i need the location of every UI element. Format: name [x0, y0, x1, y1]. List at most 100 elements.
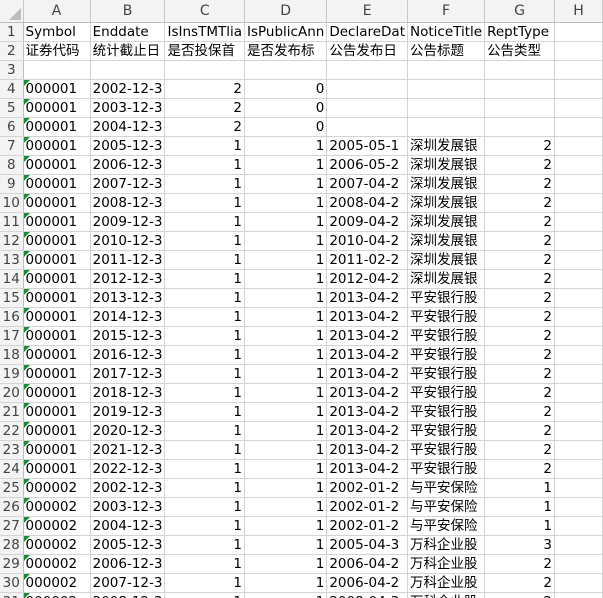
cell-type[interactable]: 2 [484, 364, 555, 384]
cell[interactable] [554, 516, 603, 536]
cell[interactable] [554, 326, 603, 346]
cell-type[interactable]: 2 [484, 231, 555, 251]
cell[interactable] [244, 60, 328, 80]
cell-pub[interactable]: 1 [244, 250, 328, 270]
row-header[interactable]: 7 [0, 136, 24, 156]
row-header[interactable]: 13 [0, 250, 24, 270]
cell-declare[interactable]: 2013-04-2 [326, 345, 408, 365]
cell-symbol[interactable]: 000002 [23, 573, 91, 593]
cell-ins[interactable]: 1 [164, 136, 245, 156]
cell-type[interactable]: 2 [484, 212, 555, 232]
cell-pub[interactable]: 1 [244, 136, 328, 156]
row-header[interactable]: 19 [0, 364, 24, 384]
cell-title[interactable] [407, 98, 486, 118]
cell-type[interactable]: 2 [484, 383, 555, 403]
cell-title[interactable]: 深圳发展银 [407, 193, 486, 213]
cell-symbol[interactable]: 000001 [23, 79, 91, 99]
cell-declare[interactable]: 2010-04-2 [326, 231, 408, 251]
cell[interactable] [554, 288, 603, 308]
cell-enddate[interactable]: 2006-12-3 [90, 554, 166, 574]
cell-title[interactable] [407, 79, 486, 99]
cell-title[interactable]: 与平安保险 [407, 516, 486, 536]
cell-pub[interactable]: 1 [244, 193, 328, 213]
row-header[interactable]: 1 [0, 22, 24, 42]
cell[interactable] [554, 478, 603, 498]
cell-enddate[interactable]: 2002-12-3 [90, 79, 166, 99]
row-header[interactable]: 29 [0, 554, 24, 574]
cell-symbol[interactable]: 000002 [23, 478, 91, 498]
cell[interactable]: 是否投保首 [164, 41, 245, 61]
cell-symbol[interactable]: 000001 [23, 155, 91, 175]
cell-symbol[interactable]: 000002 [23, 554, 91, 574]
row-header[interactable]: 15 [0, 288, 24, 308]
cell-ins[interactable]: 1 [164, 269, 245, 289]
cell-symbol[interactable]: 000001 [23, 440, 91, 460]
row-header[interactable]: 18 [0, 345, 24, 365]
cell-declare[interactable]: 2002-01-2 [326, 478, 408, 498]
cell[interactable] [554, 136, 603, 156]
cell-ins[interactable]: 1 [164, 250, 245, 270]
cell-ins[interactable]: 1 [164, 459, 245, 479]
cell-title[interactable]: 平安银行股 [407, 383, 486, 403]
cell-title[interactable]: 平安银行股 [407, 307, 486, 327]
cell-enddate[interactable]: 2015-12-3 [90, 326, 166, 346]
cell-title[interactable]: 深圳发展银 [407, 155, 486, 175]
cell[interactable]: 公告标题 [407, 41, 486, 61]
row-header[interactable]: 31 [0, 592, 24, 598]
cell-enddate[interactable]: 2007-12-3 [90, 174, 166, 194]
cell-pub[interactable]: 1 [244, 383, 328, 403]
cell-title[interactable]: 深圳发展银 [407, 136, 486, 156]
row-header[interactable]: 20 [0, 383, 24, 403]
cell-symbol[interactable]: 000001 [23, 364, 91, 384]
cell-pub[interactable]: 1 [244, 269, 328, 289]
cell-symbol[interactable]: 000002 [23, 497, 91, 517]
row-header[interactable]: 27 [0, 516, 24, 536]
cell-symbol[interactable]: 000001 [23, 174, 91, 194]
cell-ins[interactable]: 2 [164, 79, 245, 99]
cell-type[interactable]: 2 [484, 345, 555, 365]
cell-ins[interactable]: 1 [164, 516, 245, 536]
cell-type[interactable]: 2 [484, 402, 555, 422]
cell-declare[interactable]: 2002-01-2 [326, 497, 408, 517]
cell[interactable]: IsInsTMTlia [164, 22, 245, 42]
cell-title[interactable]: 深圳发展银 [407, 250, 486, 270]
cell-enddate[interactable]: 2012-12-3 [90, 269, 166, 289]
cell-pub[interactable]: 1 [244, 592, 328, 598]
cell-enddate[interactable]: 2010-12-3 [90, 231, 166, 251]
cell-symbol[interactable]: 000001 [23, 193, 91, 213]
cell[interactable] [554, 440, 603, 460]
cell-declare[interactable]: 2013-04-2 [326, 364, 408, 384]
cell-declare[interactable]: 2011-02-2 [326, 250, 408, 270]
cell-symbol[interactable]: 000002 [23, 592, 91, 598]
cell-type[interactable]: 2 [484, 592, 555, 598]
cell-declare[interactable] [326, 117, 408, 137]
cell-declare[interactable]: 2013-04-2 [326, 307, 408, 327]
cell-symbol[interactable]: 000001 [23, 402, 91, 422]
cell-enddate[interactable]: 2014-12-3 [90, 307, 166, 327]
cell-symbol[interactable]: 000001 [23, 345, 91, 365]
cell-pub[interactable]: 1 [244, 326, 328, 346]
cell-type[interactable]: 2 [484, 136, 555, 156]
cell[interactable] [554, 402, 603, 422]
cell-pub[interactable]: 0 [244, 79, 328, 99]
cell-ins[interactable]: 1 [164, 554, 245, 574]
cell-pub[interactable]: 1 [244, 402, 328, 422]
cell[interactable]: Enddate [90, 22, 166, 42]
cell-symbol[interactable]: 000001 [23, 383, 91, 403]
column-header-d[interactable]: D [244, 0, 328, 23]
cell-symbol[interactable]: 000001 [23, 421, 91, 441]
cell-declare[interactable]: 2006-05-2 [326, 155, 408, 175]
cell-type[interactable]: 2 [484, 174, 555, 194]
cell-symbol[interactable]: 000001 [23, 212, 91, 232]
cell-declare[interactable] [326, 79, 408, 99]
cell-pub[interactable]: 1 [244, 535, 328, 555]
cell-pub[interactable]: 1 [244, 459, 328, 479]
cell[interactable] [554, 269, 603, 289]
cell-symbol[interactable]: 000001 [23, 269, 91, 289]
cell-declare[interactable]: 2013-04-2 [326, 326, 408, 346]
cell-pub[interactable]: 1 [244, 478, 328, 498]
cell[interactable] [554, 497, 603, 517]
cell-declare[interactable]: 2013-04-2 [326, 402, 408, 422]
column-header-a[interactable]: A [23, 0, 91, 23]
cell[interactable] [554, 231, 603, 251]
